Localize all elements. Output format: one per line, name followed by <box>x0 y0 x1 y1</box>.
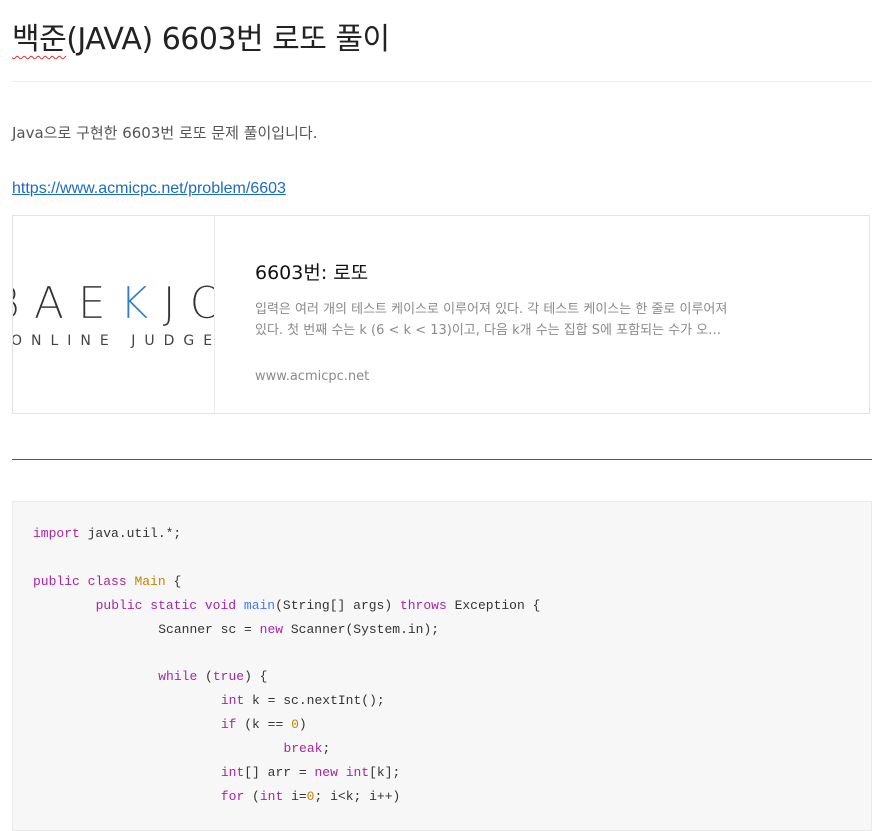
code-content: import java.util.*; public class Main { … <box>33 522 540 809</box>
card-description: 입력은 여러 개의 테스트 케이스로 이루어져 있다. 각 테스트 케이스는 한… <box>255 302 733 338</box>
code-block: import java.util.*; public class Main { … <box>12 501 872 831</box>
post-title-prefix: 백준 <box>12 22 67 57</box>
logo-letter: E <box>77 278 120 329</box>
intro-text: Java으로 구현한 6603번 로또 문제 풀이입니다. <box>12 124 318 142</box>
card-domain: www.acmicpc.net <box>255 369 370 384</box>
logo-letter: B <box>13 278 34 329</box>
logo-letter: O <box>189 278 214 329</box>
problem-link[interactable]: https://www.acmicpc.net/problem/6603 <box>12 180 286 198</box>
code-text: import java.util.*; public class Main { … <box>33 526 541 804</box>
title-divider <box>12 81 872 82</box>
logo-letter: J <box>162 278 190 329</box>
logo-subtitle: ONLINE JUDGE <box>13 333 215 349</box>
section-divider <box>12 459 872 460</box>
link-preview-card[interactable]: BAEKJOON ONLINE JUDGE 6603번: 로또 입력은 여러 개… <box>12 215 870 414</box>
card-body: 6603번: 로또 입력은 여러 개의 테스트 케이스로 이루어져 있다. 각 … <box>255 216 735 413</box>
card-title: 6603번: 로또 <box>255 262 369 284</box>
post-title-rest: (JAVA) 6603번 로또 풀이 <box>66 22 390 57</box>
logo-accent-letter: K <box>119 278 163 329</box>
card-thumbnail: BAEKJOON ONLINE JUDGE <box>13 216 215 413</box>
logo-letter: A <box>33 278 78 329</box>
post-title: 백준(JAVA) 6603번 로또 풀이 <box>12 14 390 58</box>
baekjoon-logo: BAEKJOON <box>13 278 214 329</box>
